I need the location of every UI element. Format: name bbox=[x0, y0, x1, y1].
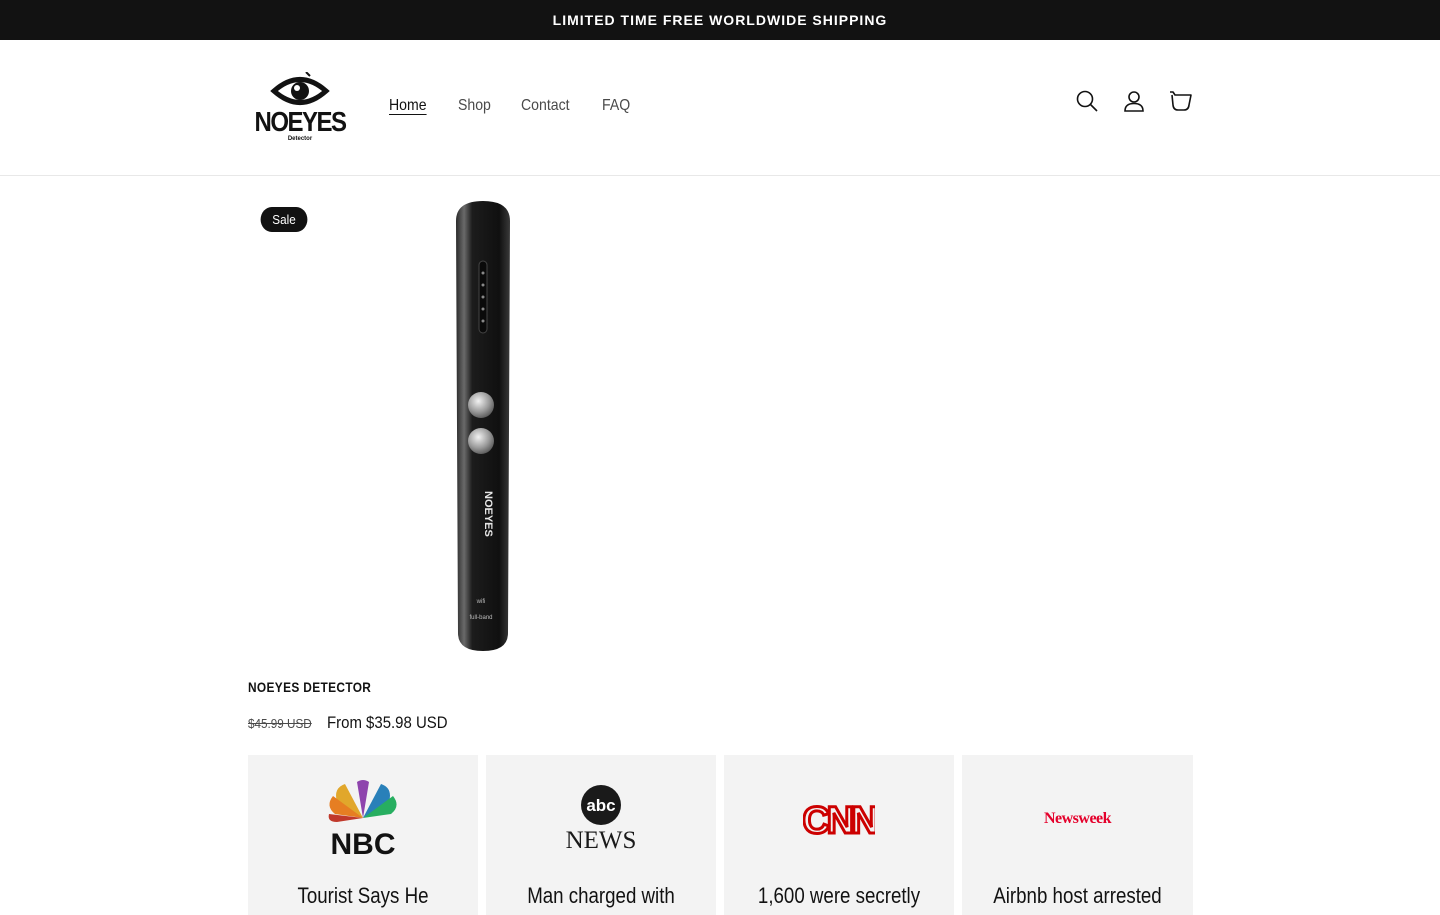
svg-text:abc: abc bbox=[586, 796, 615, 815]
press-headline: Airbnb host arrested bbox=[993, 883, 1162, 908]
price-sale: From $35.98 USD bbox=[326, 713, 448, 732]
cnn-logo: CNN bbox=[724, 779, 954, 859]
search-icon[interactable] bbox=[1074, 88, 1100, 114]
logo-wordmark: NOEYES bbox=[254, 106, 347, 138]
press-card-nbc[interactable]: NBC Tourist Says He bbox=[248, 755, 478, 915]
nav-shop[interactable]: Shop bbox=[458, 97, 491, 115]
announcement-bar: LIMITED TIME FREE WORLDWIDE SHIPPING bbox=[0, 0, 1440, 40]
newsweek-wordmark: Newsweek bbox=[1043, 810, 1112, 827]
press-card-cnn[interactable]: CNN 1,600 were secretly bbox=[724, 755, 954, 915]
product-card[interactable]: Sale NOEYES wifi full-band bbox=[248, 196, 718, 656]
nbc-wordmark: NBC bbox=[331, 828, 396, 858]
press-headline: 1,600 were secretly bbox=[757, 883, 921, 908]
newsweek-logo: Newsweek bbox=[962, 779, 1193, 859]
device-label-fullband: full-band bbox=[469, 615, 492, 621]
device-text: NOEYES bbox=[482, 491, 494, 537]
cart-icon[interactable] bbox=[1168, 88, 1194, 114]
site-header: NOEYES Detector Home Shop Contact FAQ bbox=[0, 40, 1440, 176]
nav-faq[interactable]: FAQ bbox=[602, 97, 630, 115]
announcement-text: LIMITED TIME FREE WORLDWIDE SHIPPING bbox=[552, 12, 888, 28]
nbc-logo: NBC bbox=[248, 779, 478, 859]
store-logo[interactable]: NOEYES Detector bbox=[252, 72, 348, 146]
press-headline: Tourist Says He bbox=[297, 883, 429, 908]
device-label-wifi: wifi bbox=[476, 599, 486, 605]
press-card-abc[interactable]: abc NEWS Man charged with bbox=[486, 755, 716, 915]
account-icon[interactable] bbox=[1121, 88, 1147, 114]
header-icons bbox=[1074, 88, 1194, 114]
press-headline: Man charged with bbox=[527, 883, 675, 908]
price-original: $45.99 USD bbox=[248, 716, 312, 731]
press-section: NBC Tourist Says He abc NEWS Man charged… bbox=[248, 755, 1193, 915]
sale-badge: Sale bbox=[260, 207, 308, 232]
nav-home[interactable]: Home bbox=[389, 97, 427, 115]
nav-contact[interactable]: Contact bbox=[521, 97, 570, 115]
product-title[interactable]: NOEYES DETECTOR bbox=[248, 679, 371, 695]
cnn-wordmark: CNN bbox=[803, 800, 875, 839]
product-image[interactable]: NOEYES wifi full-band bbox=[448, 201, 518, 653]
press-card-newsweek[interactable]: Newsweek Airbnb host arrested bbox=[962, 755, 1193, 915]
price-row: $45.99 USD From $35.98 USD bbox=[248, 713, 464, 733]
eye-logo-icon bbox=[270, 72, 330, 105]
abc-news-logo: abc NEWS bbox=[486, 779, 716, 859]
abc-news-wordmark: NEWS bbox=[566, 827, 637, 854]
main-nav: Home Shop Contact FAQ bbox=[389, 97, 660, 115]
